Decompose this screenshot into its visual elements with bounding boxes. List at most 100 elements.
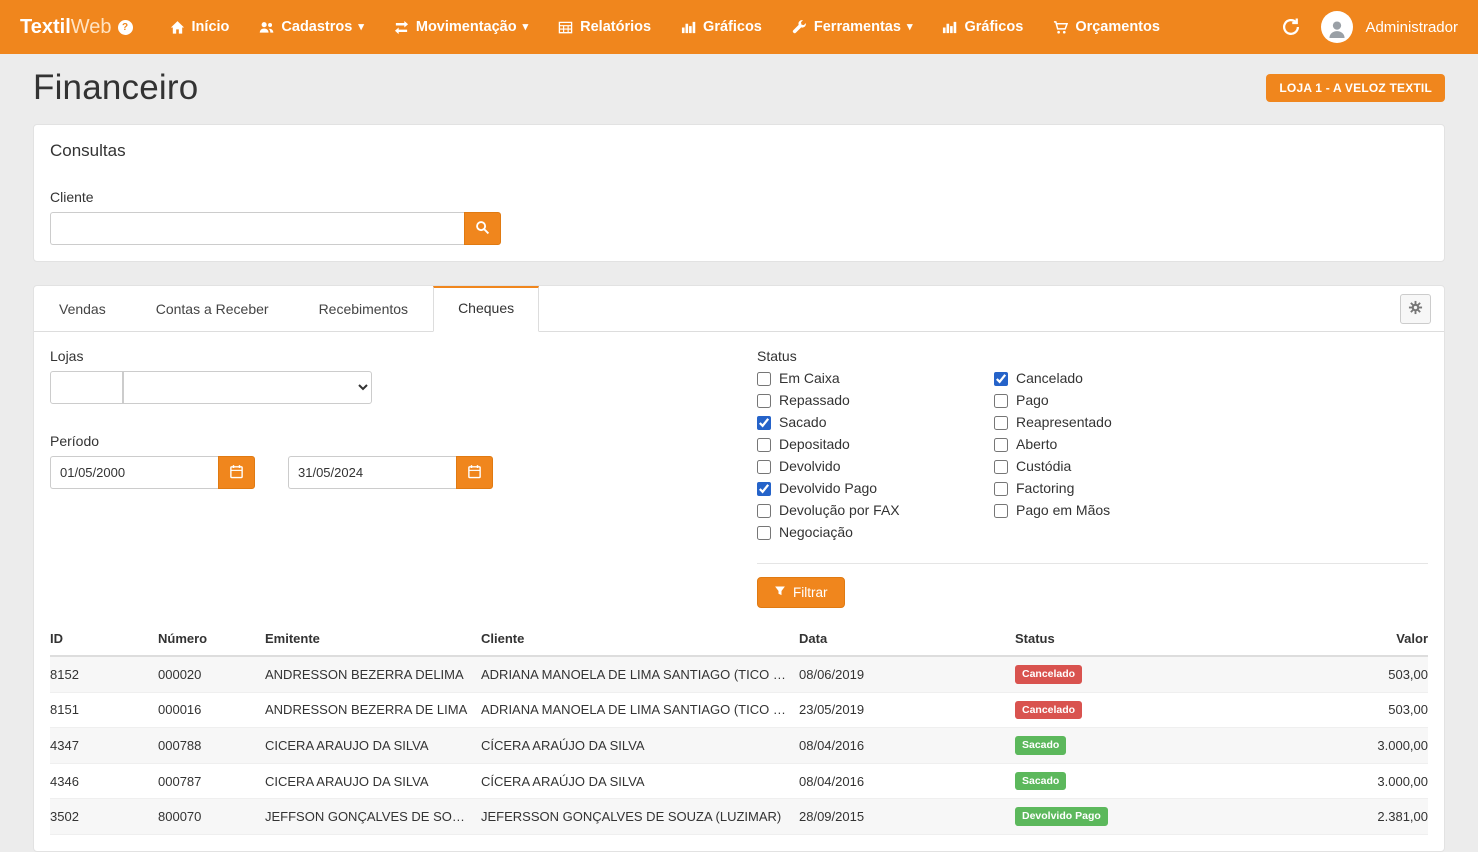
cell-id: 4346 [50, 763, 158, 799]
status-badge: Cancelado [1015, 665, 1082, 684]
cell-status: Cancelado [1015, 692, 1315, 728]
table-header-row: ID Número Emitente Cliente Data Status V… [50, 622, 1428, 656]
status-checkbox[interactable]: Reapresentado [994, 415, 1112, 430]
status-checkbox[interactable]: Pago em Mãos [994, 503, 1112, 518]
status-checkbox[interactable]: Factoring [994, 481, 1112, 496]
checkbox-label: Aberto [1016, 437, 1057, 452]
col-header-emitente: Emitente [265, 622, 481, 656]
nav-label: Gráficos [964, 19, 1023, 35]
refresh-icon[interactable] [1281, 17, 1301, 37]
table-row[interactable]: 8151 000016 ANDRESSON BEZERRA DE LIMA AD… [50, 692, 1428, 728]
search-button[interactable] [464, 212, 501, 245]
cliente-label: Cliente [50, 189, 1428, 205]
checkbox[interactable] [757, 482, 771, 496]
cell-data: 08/04/2016 [799, 728, 1015, 764]
nav-label: Relatórios [580, 19, 651, 35]
settings-button[interactable] [1400, 294, 1431, 324]
cliente-search-input[interactable] [50, 212, 464, 245]
cell-status: Sacado [1015, 763, 1315, 799]
nav-label: Cadastros [281, 19, 352, 35]
table-row[interactable]: 8152 000020 ANDRESSON BEZERRA DELIMA ADR… [50, 656, 1428, 692]
checkbox[interactable] [757, 460, 771, 474]
checkbox[interactable] [757, 394, 771, 408]
table-row[interactable]: 3502 800070 JEFFSON GONÇALVES DE SOUZA J… [50, 799, 1428, 835]
date-from-input[interactable] [50, 456, 218, 489]
checkbox[interactable] [757, 372, 771, 386]
status-checkbox[interactable]: Em Caixa [757, 371, 994, 386]
nav-inicio[interactable]: Início [155, 0, 245, 54]
cell-emitente: ANDRESSON BEZERRA DELIMA [265, 656, 481, 692]
cell-emitente: CICERA ARAUJO DA SILVA [265, 728, 481, 764]
nav-graficos-2[interactable]: Gráficos [927, 0, 1038, 54]
nav-orcamentos[interactable]: Orçamentos [1038, 0, 1175, 54]
nav-cadastros[interactable]: Cadastros ▾ [244, 0, 378, 54]
checkbox[interactable] [994, 438, 1008, 452]
loja-code-input[interactable] [50, 371, 123, 404]
nav-movimentacao[interactable]: Movimentação ▾ [379, 0, 543, 54]
status-checkbox[interactable]: Negociação [757, 525, 994, 540]
checkbox[interactable] [994, 372, 1008, 386]
date-to-calendar-button[interactable] [456, 456, 493, 489]
top-navbar: TextilWeb ? Início Cadastros ▾ Movimenta… [0, 0, 1478, 54]
nav-relatorios[interactable]: Relatórios [543, 0, 666, 54]
page-title: Financeiro [33, 68, 198, 108]
lojas-label: Lojas [50, 348, 757, 364]
status-label: Status [757, 348, 1428, 364]
cell-data: 28/09/2015 [799, 799, 1015, 835]
filter-button[interactable]: Filtrar [757, 577, 845, 608]
checkbox[interactable] [757, 416, 771, 430]
brand-logo[interactable]: TextilWeb ? [20, 16, 133, 39]
checkbox[interactable] [994, 504, 1008, 518]
status-checkbox[interactable]: Devolvido [757, 459, 994, 474]
status-checkbox[interactable]: Sacado [757, 415, 994, 430]
date-from-calendar-button[interactable] [218, 456, 255, 489]
table-row[interactable]: 4346 000787 CICERA ARAUJO DA SILVA CÍCER… [50, 763, 1428, 799]
checkbox-label: Devolvido Pago [779, 481, 877, 496]
checkbox-label: Reapresentado [1016, 415, 1112, 430]
tab-contas-a-receber[interactable]: Contas a Receber [131, 286, 294, 332]
status-checkbox[interactable]: Aberto [994, 437, 1112, 452]
status-checkbox[interactable]: Cancelado [994, 371, 1112, 386]
col-header-valor: Valor [1315, 622, 1428, 656]
cheques-table: ID Número Emitente Cliente Data Status V… [50, 622, 1428, 835]
status-checkbox[interactable]: Devolução por FAX [757, 503, 994, 518]
bar-chart-icon [681, 20, 696, 35]
cell-emitente: JEFFSON GONÇALVES DE SOUZA [265, 799, 481, 835]
store-button[interactable]: LOJA 1 - A VELOZ TEXTIL [1266, 74, 1445, 102]
checkbox[interactable] [994, 394, 1008, 408]
tab-vendas[interactable]: Vendas [34, 286, 131, 332]
status-checkbox[interactable]: Depositado [757, 437, 994, 452]
status-column-2: Cancelado Pago Reapresentado Aberto Cust… [994, 371, 1112, 547]
status-checkbox[interactable]: Devolvido Pago [757, 481, 994, 496]
tab-recebimentos[interactable]: Recebimentos [294, 286, 434, 332]
chevron-down-icon: ▾ [907, 22, 913, 33]
status-badge: Sacado [1015, 772, 1066, 791]
status-checkbox[interactable]: Custódia [994, 459, 1112, 474]
checkbox-label: Custódia [1016, 459, 1071, 474]
users-icon [259, 20, 274, 35]
cell-numero: 000020 [158, 656, 265, 692]
checkbox[interactable] [757, 526, 771, 540]
cell-valor: 503,00 [1315, 656, 1428, 692]
avatar [1321, 11, 1353, 43]
calendar-icon [229, 464, 244, 482]
checkbox[interactable] [994, 482, 1008, 496]
checkbox-label: Devolvido [779, 459, 840, 474]
help-icon[interactable]: ? [118, 20, 133, 35]
tab-cheques[interactable]: Cheques [433, 286, 539, 332]
checkbox[interactable] [994, 416, 1008, 430]
nav-graficos-1[interactable]: Gráficos [666, 0, 777, 54]
wrench-icon [792, 20, 807, 35]
nav-label: Movimentação [416, 19, 517, 35]
table-row[interactable]: 4347 000788 CICERA ARAUJO DA SILVA CÍCER… [50, 728, 1428, 764]
nav-label: Orçamentos [1075, 19, 1160, 35]
checkbox[interactable] [757, 438, 771, 452]
checkbox[interactable] [994, 460, 1008, 474]
nav-ferramentas[interactable]: Ferramentas ▾ [777, 0, 928, 54]
checkbox[interactable] [757, 504, 771, 518]
user-menu[interactable]: Administrador [1321, 11, 1458, 43]
status-checkbox[interactable]: Repassado [757, 393, 994, 408]
loja-select[interactable] [123, 371, 372, 404]
status-checkbox[interactable]: Pago [994, 393, 1112, 408]
date-to-input[interactable] [288, 456, 456, 489]
